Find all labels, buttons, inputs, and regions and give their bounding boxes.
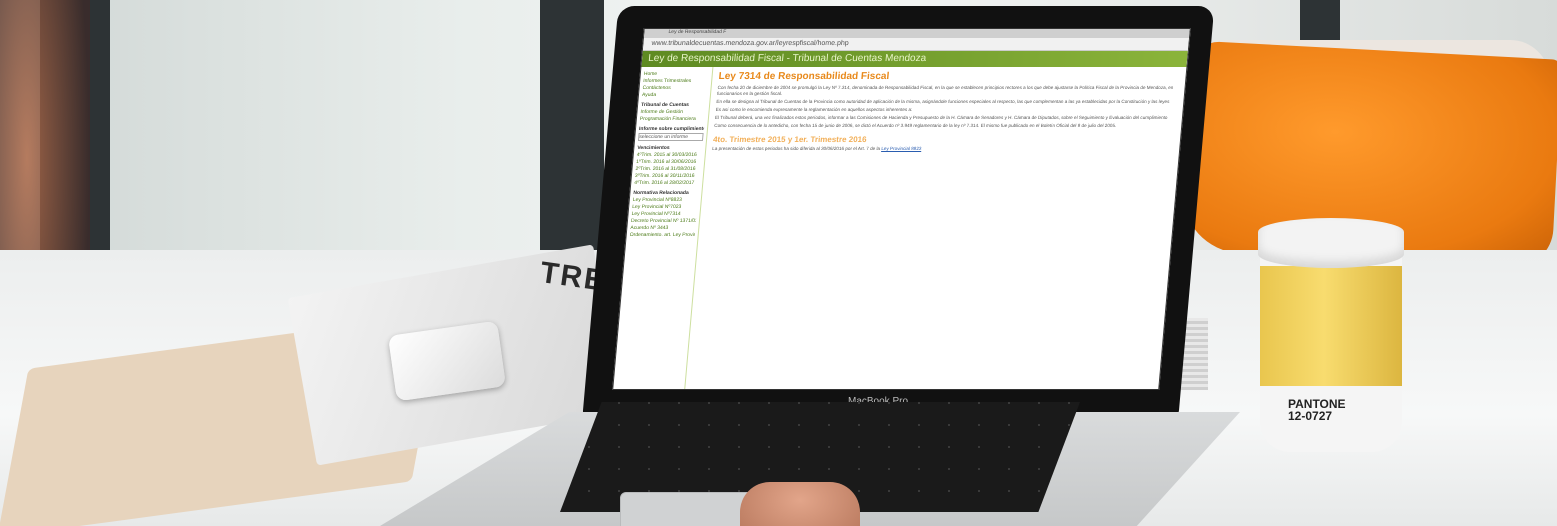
page-title: Ley 7314 de Responsabilidad Fiscal [718, 71, 890, 82]
vencimiento-item: 4ºTrim. 2015 al 30/03/2016 [636, 152, 698, 158]
article-paragraph: Con fecha 20 de diciembre de 2004 se pro… [716, 85, 1174, 96]
cup-code: 12-0727 [1288, 409, 1333, 423]
address-bar[interactable]: www.tribunaldecuentas.mendoza.gov.ar/ley… [642, 38, 1189, 51]
article-paragraph: Es así como le encomienda expresamente l… [715, 107, 913, 112]
nav-contacto[interactable]: Contáctenos [642, 85, 708, 91]
hand [740, 482, 860, 526]
tribunal-link[interactable]: Programación Financiera [640, 116, 706, 122]
informe-heading: Informe sobre cumplimiento: [638, 126, 705, 132]
article-paragraph: Como consecuencia de lo antedicho, con f… [714, 123, 1117, 128]
normativa-link[interactable]: Acuerdo Nº 3443 [630, 225, 696, 231]
main-article: Ley 7314 de Responsabilidad Fiscal Con f… [685, 67, 1186, 389]
laptop-screen: Ley de Responsabilidad F www.tribunaldec… [612, 28, 1191, 390]
nav-home[interactable]: Home [644, 71, 710, 77]
nav-ayuda[interactable]: Ayuda [642, 92, 708, 98]
article-paragraph: En ella se designa al Tribunal de Cuenta… [716, 99, 1170, 104]
normativa-link[interactable]: Ley Provincial Nº8823 [633, 197, 699, 203]
tribunal-link[interactable]: Informe de Gestión [640, 109, 706, 115]
cup-yellow-band [1260, 266, 1402, 386]
informe-select[interactable]: seleccione un informe [637, 133, 704, 141]
vencimiento-item: 4ºTrim. 2016 al 28/02/2017 [634, 180, 695, 186]
cup-label: PANTONE 12-0727 [1288, 398, 1346, 422]
note-link[interactable]: Ley Provincial 8823 [881, 146, 922, 151]
cup-rim [1258, 218, 1404, 268]
pantone-cup: PANTONE 12-0727 [1258, 218, 1404, 454]
normativa-link[interactable]: Ley Provincial Nº7023 [632, 204, 698, 210]
vencimiento-item: 1ºTrim. 2016 al 30/06/2016 [635, 159, 697, 165]
page-content: Home Informes Trimestrales Contáctenos A… [613, 67, 1186, 389]
normativa-link[interactable]: Ley Provincial Nº7314 [631, 211, 697, 217]
section-subtitle: 4to. Trimestre 2015 y 1er. Trimestre 201… [712, 135, 867, 144]
vencimientos-heading: Vencimientos [637, 145, 670, 151]
note-paragraph: La presentación de estos periodos ha sid… [712, 146, 1174, 152]
normativa-heading: Normativa Relacionada [633, 190, 689, 196]
photo-scene: TREE PANTONE 12-0727 Ley de Responsabili… [0, 0, 1557, 526]
vencimiento-item: 2ºTrim. 2016 al 31/08/2016 [635, 166, 696, 172]
normativa-link[interactable]: Ordenamiento. art. Ley Provincial Nº7314 [629, 232, 695, 238]
article-paragraph: El Tribunal deberá, una vez finalizados … [714, 115, 1168, 120]
site-header: Ley de Responsabilidad Fiscal - Tribunal… [641, 51, 1188, 67]
browser-tab[interactable]: Ley de Responsabilidad F [643, 29, 1190, 38]
normativa-link[interactable]: Decreto Provincial Nº 1371/03 [631, 218, 697, 224]
nav-informes[interactable]: Informes Trimestrales [643, 78, 709, 84]
tribunal-heading: Tribunal de Cuentas [640, 102, 690, 108]
note-text: La presentación de estos periodos ha sid… [712, 146, 881, 151]
vencimiento-item: 3ºTrim. 2016 al 30/11/2016 [634, 173, 695, 179]
